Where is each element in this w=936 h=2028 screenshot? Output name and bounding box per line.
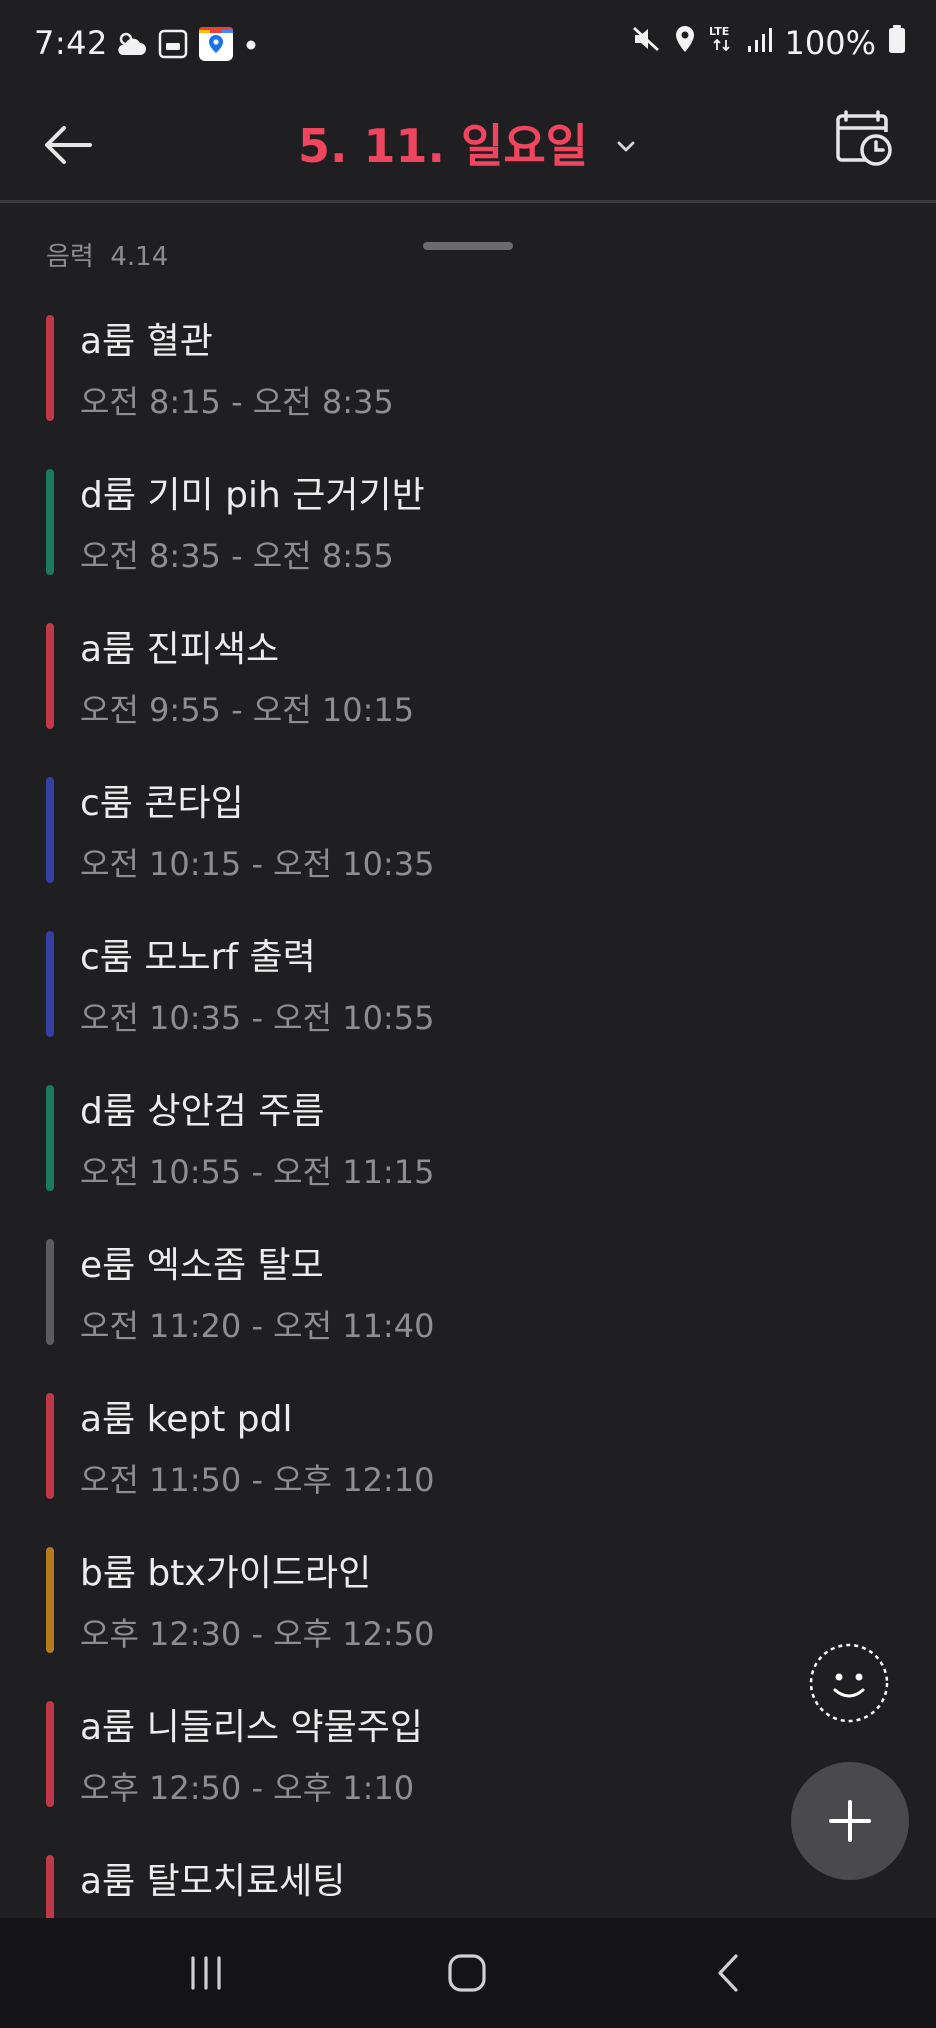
event-title: a룸 진피색소 bbox=[80, 629, 280, 670]
recent-apps-icon bbox=[191, 1956, 221, 1990]
event-title: a룸 kept pdl bbox=[80, 1399, 293, 1440]
sheet-drag-handle[interactable] bbox=[423, 242, 513, 250]
event-time: 오전 10:55 - 오전 11:15 bbox=[80, 1153, 435, 1191]
status-right-icons: LTE 100% bbox=[631, 24, 906, 62]
event-item[interactable]: c룸 콘타입오전 10:15 - 오전 10:35 bbox=[0, 774, 936, 928]
event-color-bar bbox=[46, 469, 54, 575]
page-title: 5. 11. 일요일 bbox=[298, 119, 588, 173]
lunar-label: 음력 bbox=[46, 242, 94, 272]
system-nav-bar bbox=[0, 1918, 936, 2028]
battery-icon bbox=[888, 24, 906, 62]
event-color-bar bbox=[46, 315, 54, 421]
event-title: a룸 탈모치료세팅 bbox=[80, 1861, 346, 1902]
event-color-bar bbox=[46, 777, 54, 883]
home-icon bbox=[448, 1954, 486, 1992]
event-title: a룸 혈관 bbox=[80, 321, 213, 362]
timeline-view-button[interactable] bbox=[832, 108, 894, 170]
event-list: a룸 혈관 오전 8:15 - 오전 8:35 d룸 기미 pih 근거기반 오전 8… bbox=[0, 312, 936, 2006]
event-color-bar bbox=[46, 931, 54, 1037]
notification-dot-icon bbox=[244, 37, 258, 56]
event-title: d룸 상안검 주름 bbox=[80, 1091, 325, 1132]
event-time: 오전 10:35 - 오전 10:55 bbox=[80, 999, 435, 1037]
lunar-value: 4.14 bbox=[110, 242, 169, 272]
event-item[interactable]: a룸 kept pdl 오전 11:50 - 오후 12:10 bbox=[0, 1390, 936, 1544]
event-time: 오전 8:35 - 오전 8:55 bbox=[80, 537, 394, 575]
event-title: c룸 콘타입 bbox=[80, 783, 244, 824]
plus-icon bbox=[829, 1800, 871, 1842]
event-time: 오후 12:50 - 오후 1:10 bbox=[80, 1769, 415, 1807]
calendar-clock-icon bbox=[836, 110, 892, 166]
location-icon bbox=[673, 24, 697, 62]
event-item[interactable]: e룸 엑소좀 탈모오전 11:20 - 오전 11:40 bbox=[0, 1236, 936, 1390]
event-color-bar bbox=[46, 1547, 54, 1653]
lunar-date: 음력 4.14 bbox=[46, 236, 168, 273]
event-time: 오전 11:20 - 오전 11:40 bbox=[80, 1307, 435, 1345]
event-color-bar bbox=[46, 1085, 54, 1191]
event-color-bar bbox=[46, 1393, 54, 1499]
signal-icon bbox=[747, 24, 773, 62]
event-time: 오전 11:50 - 오후 12:10 bbox=[80, 1461, 435, 1499]
status-time: 7:42 bbox=[34, 24, 108, 62]
event-time: 오전 9:55 - 오전 10:15 bbox=[80, 691, 415, 729]
event-color-bar bbox=[46, 623, 54, 729]
lte-icon: LTE bbox=[709, 24, 735, 62]
weather-icon bbox=[114, 29, 148, 63]
event-title: e룸 엑소좀 탈모 bbox=[80, 1245, 324, 1286]
back-nav-button[interactable] bbox=[700, 1948, 760, 1998]
event-item[interactable]: a룸 진피색소오전 9:55 - 오전 10:15 bbox=[0, 620, 936, 774]
event-item[interactable]: a룸 혈관오전 8:15 - 오전 8:35 bbox=[0, 312, 936, 466]
home-button[interactable] bbox=[438, 1948, 498, 1998]
event-item[interactable]: d룸 상안검 주름오전 10:55 - 오전 11:15 bbox=[0, 1082, 936, 1236]
event-title: d룸 기미 pih 근거기반 bbox=[80, 475, 425, 516]
status-left-icons bbox=[114, 26, 258, 66]
app-go-icon bbox=[158, 29, 188, 63]
header-divider bbox=[0, 200, 936, 203]
event-title: a룸 니들리스 약물주입 bbox=[80, 1707, 424, 1748]
event-color-bar bbox=[46, 1701, 54, 1807]
chevron-down-icon bbox=[614, 116, 638, 170]
date-selector[interactable]: 5. 11. 일요일 bbox=[0, 110, 936, 176]
chevron-left-icon bbox=[718, 1954, 738, 1992]
event-title: b룸 btx가이드라인 bbox=[80, 1553, 372, 1594]
status-bar: 7:42 LTE 100% bbox=[0, 0, 936, 90]
event-item[interactable]: b룸 btx가이드라인오후 12:30 - 오후 12:50 bbox=[0, 1544, 936, 1698]
event-item[interactable]: d룸 기미 pih 근거기반오전 8:35 - 오전 8:55 bbox=[0, 466, 936, 620]
battery-percent: 100% bbox=[784, 24, 876, 62]
maps-icon bbox=[198, 26, 234, 66]
smiley-icon bbox=[809, 1643, 889, 1723]
event-title: c룸 모노rf 출력 bbox=[80, 937, 316, 978]
event-item[interactable]: c룸 모노rf 출력오전 10:35 - 오전 10:55 bbox=[0, 928, 936, 1082]
event-color-bar bbox=[46, 1239, 54, 1345]
app-header: 5. 11. 일요일 bbox=[0, 90, 936, 200]
add-event-button[interactable] bbox=[791, 1762, 909, 1880]
event-time: 오전 10:15 - 오전 10:35 bbox=[80, 845, 435, 883]
mute-icon bbox=[631, 24, 661, 62]
svg-text:LTE: LTE bbox=[709, 25, 729, 38]
event-time: 오전 8:15 - 오전 8:35 bbox=[80, 383, 394, 421]
recent-apps-button[interactable] bbox=[176, 1948, 236, 1998]
sticker-button[interactable] bbox=[808, 1642, 890, 1724]
event-time: 오후 12:30 - 오후 12:50 bbox=[80, 1615, 435, 1653]
